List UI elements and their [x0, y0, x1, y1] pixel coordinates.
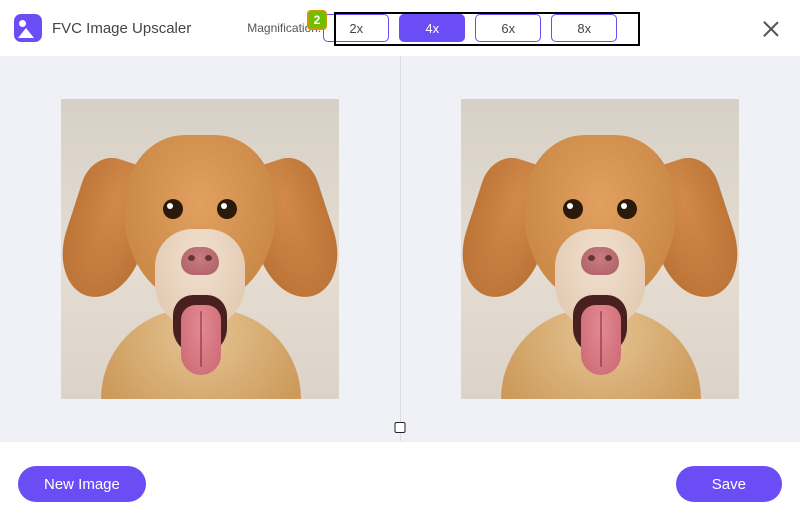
footer: New Image Save [0, 441, 800, 526]
magnification-group: 2x 4x 6x 8x [323, 14, 617, 42]
new-image-button[interactable]: New Image [18, 466, 146, 502]
upscaled-pane [400, 56, 800, 441]
logo-wrap: FVC Image Upscaler [14, 14, 191, 42]
save-button[interactable]: Save [676, 466, 782, 502]
resize-handle-icon[interactable] [395, 422, 406, 433]
app-logo-icon [14, 14, 42, 42]
upscaled-image [461, 99, 739, 399]
close-icon[interactable] [758, 16, 784, 42]
magnification-label: Magnification: [247, 21, 321, 35]
magnification-2x-button[interactable]: 2x [323, 14, 389, 42]
preview-area [0, 56, 800, 441]
original-pane [0, 56, 400, 441]
magnification-4x-button[interactable]: 4x [399, 14, 465, 42]
pane-divider [400, 56, 401, 441]
app-header: FVC Image Upscaler Magnification: 2x 4x … [0, 0, 800, 56]
magnification-6x-button[interactable]: 6x [475, 14, 541, 42]
app-title: FVC Image Upscaler [52, 20, 191, 37]
original-image [61, 99, 339, 399]
magnification-8x-button[interactable]: 8x [551, 14, 617, 42]
